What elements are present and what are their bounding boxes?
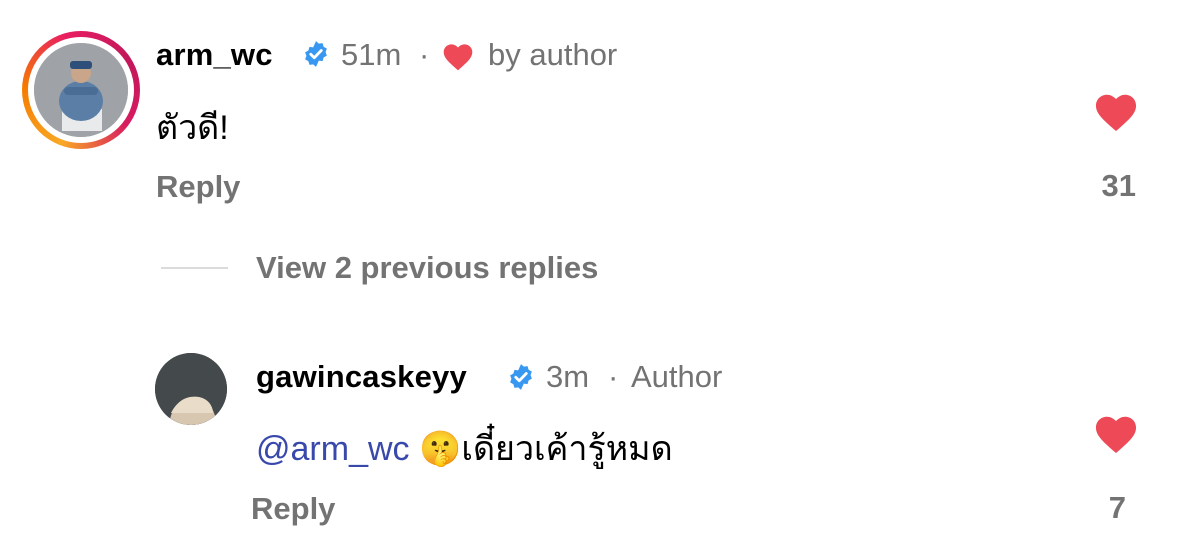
reply-message: เดี๋ยวเค้ารู้หมด <box>461 430 673 468</box>
story-ring[interactable] <box>22 31 140 149</box>
author-badge: Author <box>631 359 723 394</box>
meta-separator: · <box>608 359 619 394</box>
heart-icon <box>443 44 473 71</box>
reply-button[interactable]: Reply <box>251 491 335 527</box>
liked-by-author-label: by author <box>488 37 618 72</box>
reply-text: @arm_wc 🤫เดี๋ยวเค้ารู้หมด <box>256 421 673 475</box>
like-count[interactable]: 7 <box>1060 490 1126 526</box>
comment-username[interactable]: arm_wc <box>156 37 273 73</box>
view-previous-replies-button[interactable]: View 2 previous replies <box>256 250 598 286</box>
comment-time: 51m <box>341 37 402 72</box>
verified-badge-icon <box>305 41 327 67</box>
like-heart-icon[interactable] <box>1092 412 1140 454</box>
shushing-face-emoji: 🤫 <box>418 430 462 468</box>
replies-divider <box>161 267 228 269</box>
avatar[interactable] <box>34 43 128 137</box>
reply-username[interactable]: gawincaskeyy <box>256 359 467 395</box>
reply-time: 3m <box>546 359 590 394</box>
like-count[interactable]: 31 <box>1060 168 1136 204</box>
comment-text: ตัวดี! <box>156 109 229 147</box>
reply-button[interactable]: Reply <box>156 169 240 205</box>
like-heart-icon[interactable] <box>1092 90 1140 132</box>
verified-badge-icon <box>510 364 532 390</box>
mention-link[interactable]: @arm_wc <box>256 430 410 468</box>
meta-separator: · <box>419 37 430 72</box>
avatar[interactable] <box>155 353 227 425</box>
